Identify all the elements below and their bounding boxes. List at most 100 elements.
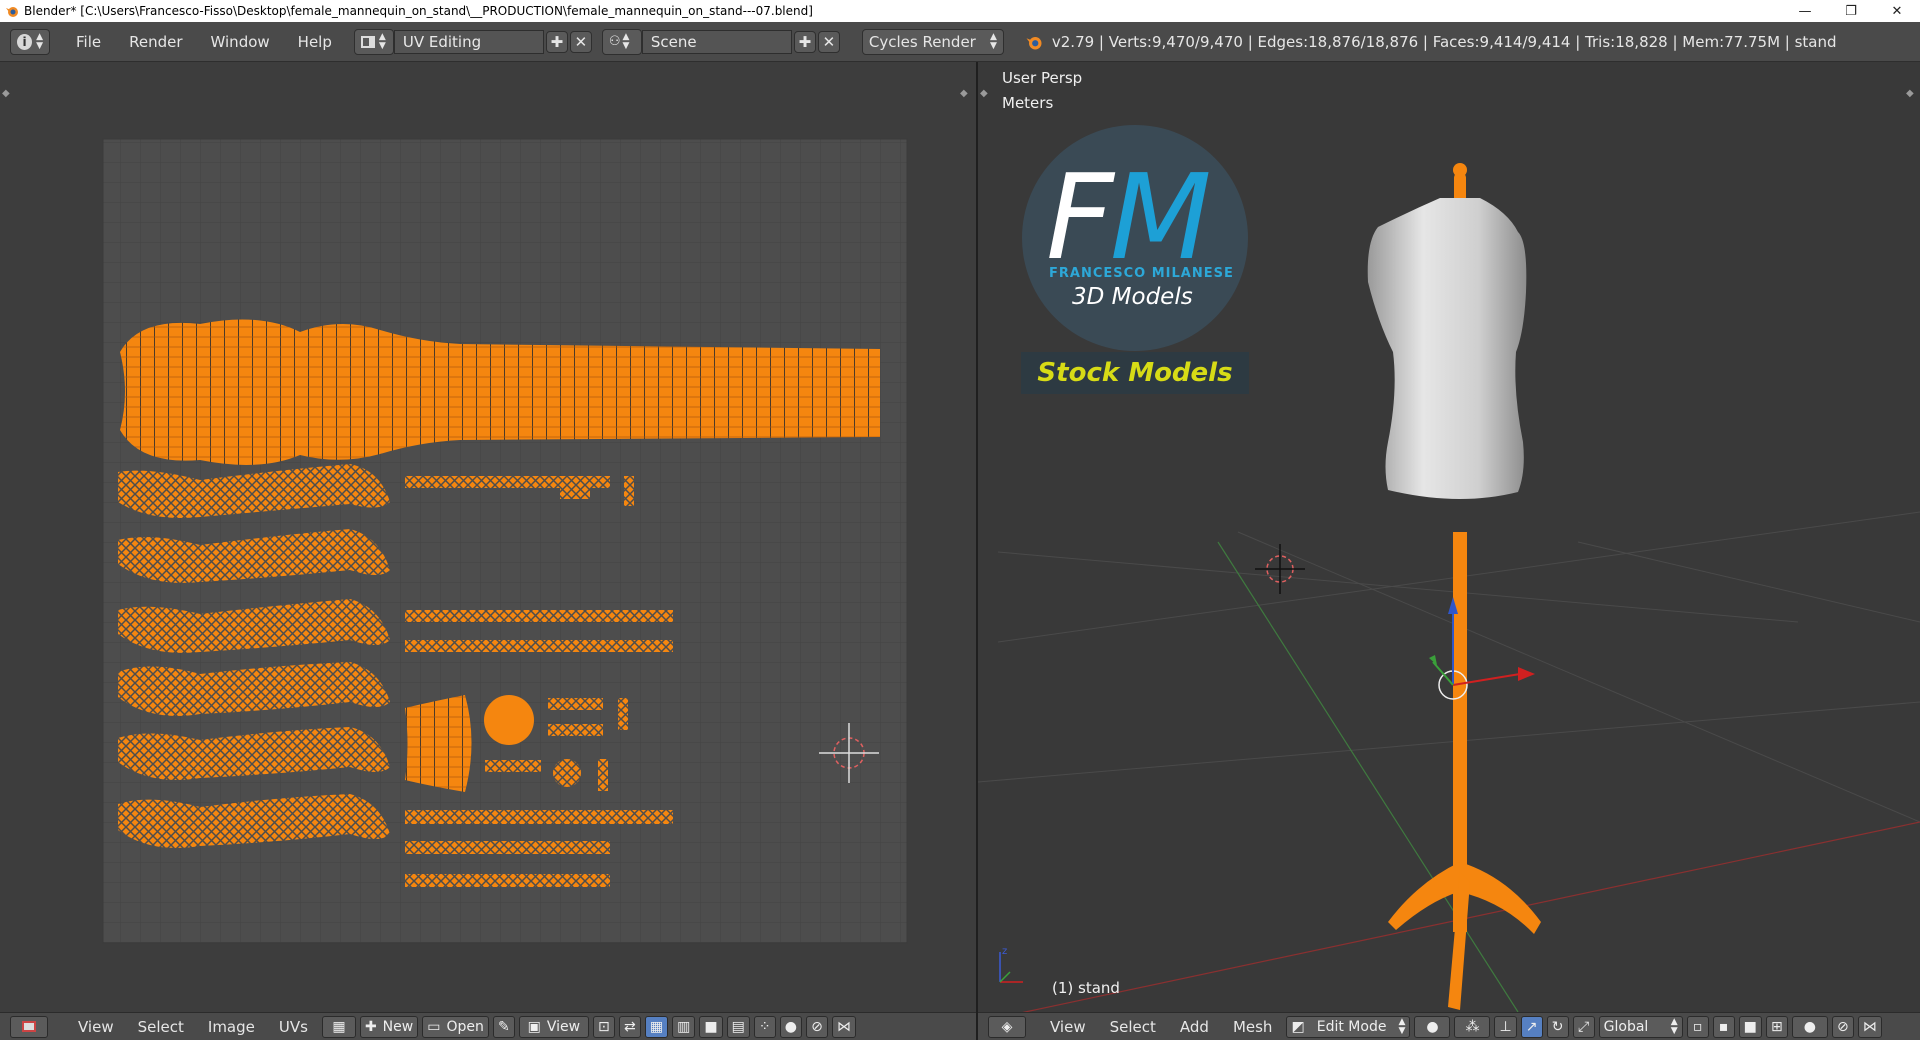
uv-menu-view[interactable]: View	[66, 1018, 126, 1036]
island-select-icon: ▤	[731, 1018, 745, 1035]
viewport-menu-view[interactable]: View	[1038, 1018, 1098, 1036]
uv-strip[interactable]	[624, 476, 634, 506]
editor-type-info-button[interactable]: i ▲ ▼	[10, 28, 50, 55]
minimize-button[interactable]: —	[1782, 0, 1828, 22]
blender-logo-icon	[1026, 36, 1042, 49]
uv-strip[interactable]	[618, 698, 628, 730]
uv-strip[interactable]	[548, 698, 603, 710]
close-button[interactable]: ✕	[1874, 0, 1920, 22]
editor-type-button[interactable]	[10, 1015, 48, 1038]
editor-type-button[interactable]: ◈	[988, 1015, 1026, 1038]
rotate-manipulator-button[interactable]: ↻	[1546, 1015, 1569, 1038]
uv-island-disc-large[interactable]	[484, 695, 534, 745]
uv-island-disc-small[interactable]	[553, 759, 581, 787]
transform-gizmo[interactable]	[1429, 597, 1535, 700]
snap-target-button[interactable]: ⋈	[1857, 1015, 1882, 1038]
uv-canvas[interactable]: ◆ ◆	[0, 62, 976, 1012]
proportional-edit-button[interactable]: ●	[779, 1015, 803, 1038]
open-image-button[interactable]: ▭ Open	[422, 1015, 489, 1038]
uv-strip[interactable]	[405, 640, 673, 652]
info-header: i ▲ ▼ File Render Window Help ▲ ▼ UV Editi…	[0, 22, 1920, 62]
uv-strip[interactable]	[405, 810, 673, 824]
logo-banner: Stock Models	[1021, 352, 1249, 394]
uv-strip[interactable]	[405, 841, 610, 854]
scale-manipulator-button[interactable]: ⤢	[1572, 1015, 1595, 1038]
face-select-button[interactable]: ■	[699, 1015, 723, 1038]
uv-strip[interactable]	[485, 760, 541, 772]
menu-file[interactable]: File	[62, 27, 115, 57]
vertex-select-icon: ▦	[649, 1018, 664, 1035]
updown-arrows-icon: ▲ ▼	[989, 31, 997, 51]
add-screen-button[interactable]: ✚	[545, 30, 568, 53]
uv-menu-uvs[interactable]: UVs	[267, 1018, 320, 1036]
render-engine-dropdown[interactable]: Cycles Render ▲ ▼	[861, 28, 1004, 55]
snap-target-icon: ⋈	[837, 1018, 852, 1035]
area-corner-icon[interactable]: ◆	[1906, 88, 1914, 99]
screen-layout-selector[interactable]: ▲ ▼	[353, 28, 394, 55]
snap-target-button[interactable]: ⋈	[832, 1015, 857, 1038]
uv-island-fan[interactable]	[405, 695, 472, 792]
restore-button[interactable]: ❐	[1828, 0, 1874, 22]
pivot-point-button[interactable]: ⁂	[1454, 1015, 1491, 1038]
screen-layout-field[interactable]: UV Editing	[393, 29, 544, 54]
translate-manipulator-button[interactable]: ↗	[1520, 1015, 1543, 1038]
edge-mode-button[interactable]: ▪	[1712, 1015, 1735, 1038]
viewport-menu-mesh[interactable]: Mesh	[1221, 1018, 1285, 1036]
snap-button[interactable]: ⊘	[806, 1015, 829, 1038]
mannequin-torso[interactable]	[1367, 198, 1527, 500]
uv-menu-image[interactable]: Image	[196, 1018, 267, 1036]
remove-screen-button[interactable]: ✕	[569, 30, 592, 53]
area-corner-icon[interactable]: ◆	[960, 88, 968, 99]
area-corner-icon[interactable]: ◆	[980, 88, 988, 99]
scene-field[interactable]: Scene	[641, 29, 792, 54]
pin-button[interactable]: ✎	[492, 1015, 515, 1038]
mode-dropdown[interactable]: ◩ Edit Mode ▲ ▼	[1286, 1015, 1411, 1038]
face-mode-button[interactable]: ■	[1738, 1015, 1762, 1038]
uv-strip[interactable]	[598, 759, 608, 791]
viewport-menu-select[interactable]: Select	[1098, 1018, 1168, 1036]
pivot-button[interactable]: ⊡	[592, 1015, 615, 1038]
sticky-mode-button[interactable]: ⁘	[753, 1015, 776, 1038]
limit-selection-icon: ⊞	[1771, 1018, 1783, 1035]
manipulator-toggle-button[interactable]: ⊥	[1494, 1015, 1517, 1038]
logo-brand-name: FRANCESCO MILANESE	[1049, 266, 1234, 281]
limit-selection-button[interactable]: ⊞	[1765, 1015, 1788, 1038]
uv-image-editor[interactable]: ◆ ◆	[0, 62, 976, 1012]
add-scene-button[interactable]: ✚	[793, 30, 816, 53]
uv-strip[interactable]	[548, 724, 603, 736]
new-image-button[interactable]: ✚ New	[359, 1015, 419, 1038]
scene-selector[interactable]: ⚇ ▲ ▼	[601, 28, 642, 55]
uv-strip[interactable]	[560, 483, 590, 499]
info-icon: i	[17, 33, 33, 50]
edge-select-icon: ▥	[677, 1018, 691, 1035]
menu-window[interactable]: Window	[197, 27, 284, 57]
vertex-mode-button[interactable]: ▫	[1686, 1015, 1709, 1038]
menu-help[interactable]: Help	[284, 27, 346, 57]
y-axis-line	[1217, 541, 1519, 1012]
uv-strip[interactable]	[405, 874, 610, 887]
viewport-menu-add[interactable]: Add	[1168, 1018, 1221, 1036]
snap-button[interactable]: ⊘	[1831, 1015, 1854, 1038]
proportional-edit-button[interactable]: ●	[1791, 1015, 1828, 1038]
uv-strip[interactable]	[405, 610, 673, 622]
uv-menu-select[interactable]: Select	[126, 1018, 196, 1036]
edge-select-button[interactable]: ▥	[672, 1015, 696, 1038]
view-mode-dropdown[interactable]: ▣ View	[518, 1015, 589, 1038]
island-select-button[interactable]: ▤	[726, 1015, 750, 1038]
pin-icon: ✎	[497, 1018, 510, 1035]
new-image-label: New	[382, 1018, 414, 1035]
remove-scene-button[interactable]: ✕	[817, 30, 840, 53]
viewport-shading-button[interactable]: ●	[1414, 1015, 1451, 1038]
scene-name: Scene	[650, 32, 697, 51]
face-icon: ■	[1743, 1018, 1757, 1035]
mode-label: Edit Mode	[1316, 1018, 1387, 1035]
browse-image-button[interactable]: ▦	[321, 1015, 356, 1038]
menu-render[interactable]: Render	[115, 27, 196, 57]
vertex-select-button[interactable]: ▦	[644, 1015, 669, 1038]
3d-view-icon: ◈	[1001, 1018, 1013, 1035]
area-corner-icon[interactable]: ◆	[2, 88, 10, 99]
3d-cursor-icon[interactable]	[1255, 544, 1305, 594]
sync-selection-button[interactable]: ⇄	[618, 1015, 641, 1038]
plus-icon: ✚	[798, 32, 812, 51]
transform-orientation-dropdown[interactable]: Global ▲ ▼	[1598, 1015, 1683, 1038]
